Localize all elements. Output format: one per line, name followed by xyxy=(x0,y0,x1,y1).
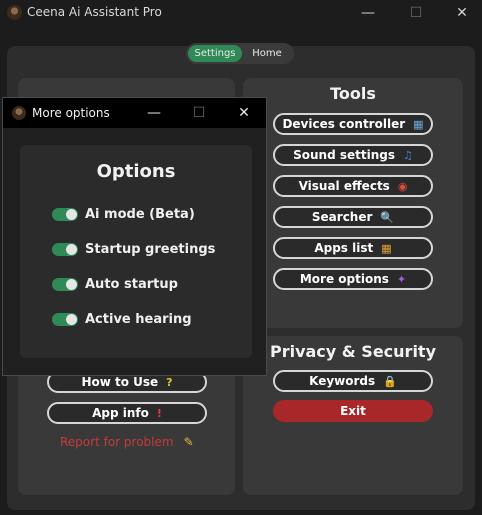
more-options-button[interactable]: More options ✦ xyxy=(273,268,433,290)
figma-icon: ✦ xyxy=(396,272,407,286)
option-auto-startup: Auto startup xyxy=(52,275,178,293)
option-active-hearing: Active hearing xyxy=(52,310,192,328)
tools-heading: Tools xyxy=(330,84,376,103)
auto-startup-label: Auto startup xyxy=(85,276,178,292)
option-ai-mode: Ai mode (Beta) xyxy=(52,205,195,223)
startup-greetings-toggle[interactable] xyxy=(52,242,78,256)
option-startup-greetings: Startup greetings xyxy=(52,240,215,258)
active-hearing-label: Active hearing xyxy=(85,311,192,327)
keywords-label: Keywords xyxy=(309,374,376,388)
lock-icon: 🔒 xyxy=(383,374,397,388)
searcher-label: Searcher xyxy=(311,210,373,224)
maximize-button[interactable]: ☐ xyxy=(396,0,436,26)
auto-startup-toggle[interactable] xyxy=(52,277,78,291)
close-button[interactable]: ✕ xyxy=(442,0,482,26)
keywords-button[interactable]: Keywords 🔒 xyxy=(273,370,433,392)
apps-list-label: Apps list xyxy=(314,241,374,255)
devices-icon: ▦ xyxy=(413,117,424,131)
sound-settings-button[interactable]: Sound settings ♫ xyxy=(273,144,433,166)
options-heading: Options xyxy=(96,161,176,182)
searcher-button[interactable]: Searcher 🔍 xyxy=(273,206,433,228)
dialog-minimize-button[interactable]: — xyxy=(132,98,176,128)
dialog-close-button[interactable]: ✕ xyxy=(222,98,266,128)
question-marks-icon: ? xyxy=(166,375,173,389)
toggle-knob xyxy=(66,208,77,220)
privacy-heading: Privacy & Security xyxy=(269,342,437,361)
tab-settings[interactable]: Settings xyxy=(188,45,242,62)
app-info-button[interactable]: App info ! xyxy=(47,402,207,424)
chrome-icon: ◉ xyxy=(397,179,408,193)
more-options-label: More options xyxy=(299,272,389,286)
dialog-title: More options xyxy=(32,106,110,120)
toggle-knob xyxy=(66,278,77,290)
tab-switcher: Settings Home xyxy=(186,43,294,64)
dialog-maximize-button[interactable]: ☐ xyxy=(177,98,221,128)
app-info-label: App info xyxy=(92,406,149,420)
exclamation-icon: ! xyxy=(156,406,162,420)
apps-list-button[interactable]: Apps list ▦ xyxy=(273,237,433,259)
visual-effects-button[interactable]: Visual effects ◉ xyxy=(273,175,433,197)
report-problem-label: Report for problem xyxy=(60,435,174,449)
sound-icon: ♫ xyxy=(403,148,413,162)
startup-greetings-label: Startup greetings xyxy=(85,241,216,257)
minimize-button[interactable]: — xyxy=(348,0,388,26)
report-problem-link[interactable]: Report for problem ✎ xyxy=(60,435,194,449)
toggle-knob xyxy=(66,243,77,255)
tab-home[interactable]: Home xyxy=(242,45,292,62)
ai-mode-label: Ai mode (Beta) xyxy=(85,206,195,222)
how-to-use-label: How to Use xyxy=(81,375,159,389)
active-hearing-toggle[interactable] xyxy=(52,312,78,326)
devices-controller-button[interactable]: Devices controller ▦ xyxy=(273,113,433,135)
options-card: Options Ai mode (Beta) Startup greetings… xyxy=(20,145,252,358)
exit-button[interactable]: Exit xyxy=(273,400,433,422)
sound-settings-label: Sound settings xyxy=(293,148,395,162)
window-title: Ceena Ai Assistant Pro xyxy=(27,5,162,19)
window-titlebar: Ceena Ai Assistant Pro — ☐ ✕ xyxy=(0,0,482,26)
ai-mode-toggle[interactable] xyxy=(52,207,78,221)
devices-controller-label: Devices controller xyxy=(282,117,406,131)
visual-effects-label: Visual effects xyxy=(298,179,390,193)
toggle-knob xyxy=(66,313,77,325)
app-logo-icon xyxy=(7,5,22,20)
dialog-logo-icon xyxy=(12,106,26,120)
dialog-titlebar: More options — ☐ ✕ xyxy=(3,98,266,128)
magnifier-icon: 🔍 xyxy=(380,210,395,224)
more-options-dialog: More options — ☐ ✕ Options Ai mode (Beta… xyxy=(2,97,267,376)
pen-icon: ✎ xyxy=(183,435,194,449)
apps-grid-icon: ▦ xyxy=(381,241,392,255)
